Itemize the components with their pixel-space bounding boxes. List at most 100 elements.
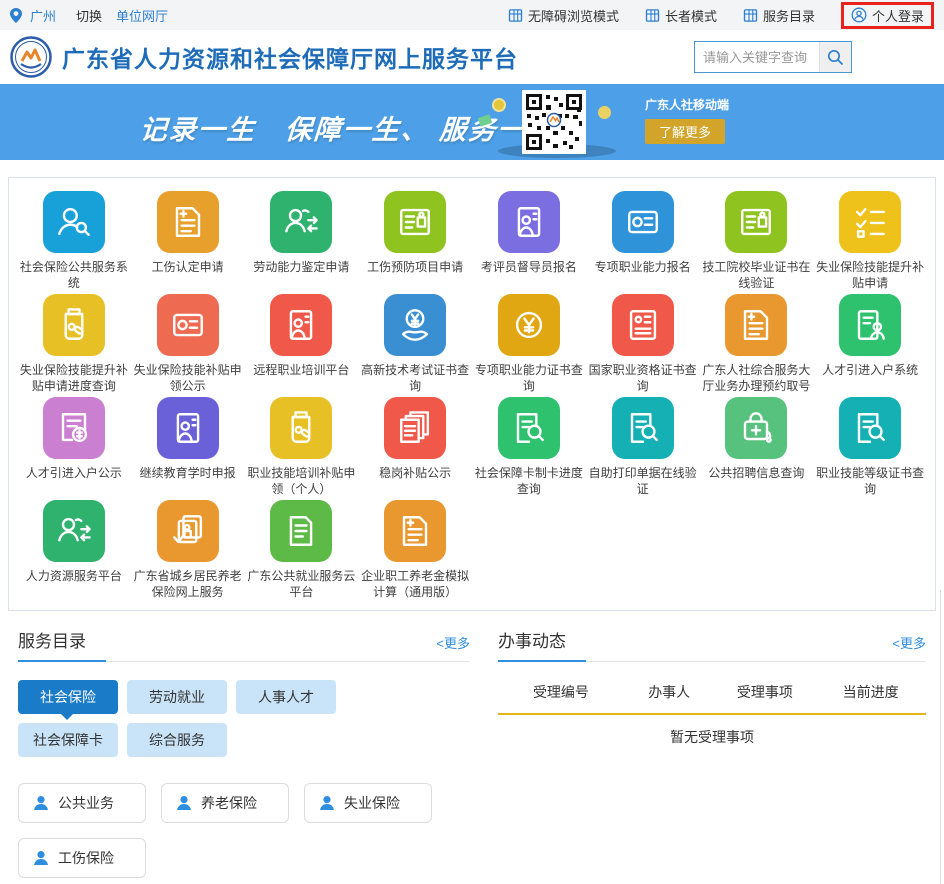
service-item-label: 远程职业培训平台: [247, 362, 355, 378]
catalog-tab[interactable]: 劳动就业: [127, 680, 227, 714]
topbar-link-1[interactable]: 长者模式: [645, 6, 717, 25]
activity-table-header: 受理编号办事人受理事项当前进度: [498, 682, 926, 715]
service-item-label: 失业保险技能提升补贴申请进度查询: [20, 362, 128, 394]
category-button[interactable]: 工伤保险: [18, 838, 146, 878]
topbar-link-2[interactable]: 服务目录: [743, 6, 815, 25]
activity-more-link[interactable]: <更多: [892, 633, 926, 652]
service-item-label: 人力资源服务平台: [20, 568, 128, 584]
person-search-icon: [43, 191, 105, 253]
service-item[interactable]: 广东人社综合服务大厅业务办理预约取号: [700, 294, 814, 394]
service-item[interactable]: 高新技术考试证书查询: [358, 294, 472, 394]
unit-hall-link[interactable]: 单位网厅: [116, 6, 168, 25]
bottom-section: 服务目录 <更多 社会保险劳动就业人事人才社会保障卡综合服务 公共业务 养老保险 失…: [0, 611, 944, 878]
person-doc-icon: [270, 294, 332, 356]
search-icon: [827, 49, 844, 66]
catalog-tab[interactable]: 社会保险: [18, 680, 118, 714]
service-item[interactable]: 职业技能培训补贴申领（个人）: [245, 397, 359, 497]
switch-city-link[interactable]: 切换: [76, 6, 102, 25]
doc-money-icon: [43, 397, 105, 459]
service-item[interactable]: 工伤预防项目申请: [358, 191, 472, 291]
service-item[interactable]: 自助打印单据在线验证: [586, 397, 700, 497]
service-item[interactable]: 专项职业能力证书查询: [472, 294, 586, 394]
person-icon: [319, 795, 335, 811]
service-item[interactable]: 失业保险技能提升补贴申请: [813, 191, 927, 291]
service-item[interactable]: 人才引进入户公示: [17, 397, 131, 497]
topbar: 广州 切换 单位网厅 无障碍浏览模式 长者模式 服务目录 个人登录: [0, 0, 944, 30]
personal-login-label: 个人登录: [872, 6, 924, 25]
service-item-label: 专项职业能力证书查询: [475, 362, 583, 394]
service-item[interactable]: 远程职业培训平台: [245, 294, 359, 394]
service-item[interactable]: 公共招聘信息查询: [700, 397, 814, 497]
service-item-label: 广东人社综合服务大厅业务办理预约取号: [702, 362, 810, 394]
category-button[interactable]: 养老保险: [161, 783, 289, 823]
grid-icon: [508, 8, 523, 23]
service-item[interactable]: 继续教育学时申报: [131, 397, 245, 497]
doc-plus-icon: [725, 294, 787, 356]
site-logo: [10, 36, 52, 78]
learn-more-button[interactable]: 了解更多: [645, 119, 725, 144]
personal-login-button[interactable]: 个人登录: [841, 2, 934, 29]
qr-code: [522, 90, 586, 154]
service-item[interactable]: 技工院校毕业证书在线验证: [700, 191, 814, 291]
category-button[interactable]: 失业保险: [304, 783, 432, 823]
service-item[interactable]: 广东省城乡居民养老保险网上服务: [131, 500, 245, 600]
checklist-icon: [839, 191, 901, 253]
service-item[interactable]: 广东公共就业服务云平台: [245, 500, 359, 600]
service-item[interactable]: 人才引进入户系统: [813, 294, 927, 394]
catalog-tabs: 社会保险劳动就业人事人才社会保障卡综合服务: [18, 680, 363, 757]
search-input[interactable]: [695, 42, 819, 72]
catalog-tab[interactable]: 社会保障卡: [18, 723, 118, 757]
service-item[interactable]: 企业职工养老金模拟计算（通用版）: [358, 500, 472, 600]
id-card-icon: [725, 191, 787, 253]
activity-empty-text: 暂无受理事项: [498, 727, 926, 747]
doc-person-icon: [839, 294, 901, 356]
cards-check-icon: [157, 500, 219, 562]
grid-icon: [743, 8, 758, 23]
service-item-label: 继续教育学时申报: [134, 465, 242, 481]
category-label: 养老保险: [201, 793, 257, 813]
services-panel: 社会保险公共服务系统工伤认定申请劳动能力鉴定申请工伤预防项目申请考评员督导员报名…: [8, 177, 936, 611]
category-button[interactable]: 公共业务: [18, 783, 146, 823]
service-item[interactable]: 社会保障卡制卡进度查询: [472, 397, 586, 497]
service-item-label: 高新技术考试证书查询: [361, 362, 469, 394]
service-item-label: 劳动能力鉴定申请: [247, 259, 355, 275]
service-item-label: 国家职业资格证书查询: [589, 362, 697, 394]
services-grid: 社会保险公共服务系统工伤认定申请劳动能力鉴定申请工伤预防项目申请考评员督导员报名…: [17, 191, 927, 600]
service-item[interactable]: 人力资源服务平台: [17, 500, 131, 600]
service-item[interactable]: 劳动能力鉴定申请: [245, 191, 359, 291]
service-catalog-title: 服务目录: [18, 627, 86, 652]
service-item-label: 公共招聘信息查询: [702, 465, 810, 481]
catalog-categories: 公共业务 养老保险 失业保险工伤保险: [18, 783, 458, 878]
service-item[interactable]: 专项职业能力报名: [586, 191, 700, 291]
catalog-tab[interactable]: 综合服务: [127, 723, 227, 757]
service-item[interactable]: 失业保险技能提升补贴申请进度查询: [17, 294, 131, 394]
service-item[interactable]: 国家职业资格证书查询: [586, 294, 700, 394]
page-right-border: [940, 590, 941, 884]
activity-title: 办事动态: [498, 627, 566, 652]
topbar-link-0[interactable]: 无障碍浏览模式: [508, 6, 619, 25]
search-button[interactable]: [819, 42, 851, 72]
category-label: 公共业务: [58, 793, 114, 813]
service-item[interactable]: 失业保险技能补贴申领公示: [131, 294, 245, 394]
service-catalog-more-link[interactable]: <更多: [436, 633, 470, 652]
site-header: 广东省人力资源和社会保障厅网上服务平台: [0, 30, 944, 84]
service-item-label: 专项职业能力报名: [589, 259, 697, 275]
user-circle-icon: [851, 7, 867, 23]
bag-icon: [725, 397, 787, 459]
topbar-link-label: 无障碍浏览模式: [528, 6, 619, 25]
card-icon: [612, 191, 674, 253]
service-item[interactable]: 工伤认定申请: [131, 191, 245, 291]
topbar-link-label: 服务目录: [763, 6, 815, 25]
service-item-label: 工伤预防项目申请: [361, 259, 469, 275]
person-doc-icon: [498, 191, 560, 253]
banner: 记录一生 保障一生、 服务一生: [0, 84, 944, 160]
activity-column-header: 当前进度: [815, 682, 926, 702]
catalog-tab[interactable]: 人事人才: [236, 680, 336, 714]
city-label[interactable]: 广州: [30, 6, 56, 25]
id-card-icon: [384, 191, 446, 253]
service-item[interactable]: 稳岗补贴公示: [358, 397, 472, 497]
service-item[interactable]: 考评员督导员报名: [472, 191, 586, 291]
service-item[interactable]: 社会保险公共服务系统: [17, 191, 131, 291]
service-item[interactable]: 职业技能等级证书查询: [813, 397, 927, 497]
mobile-app-label: 广东人社移动端: [645, 96, 729, 113]
